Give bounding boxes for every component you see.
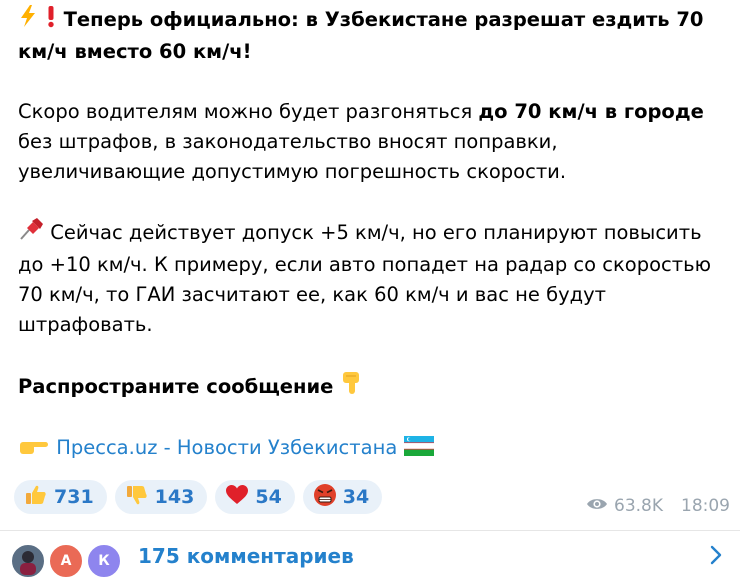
reaction-count: 731 [54, 486, 94, 508]
source-link-text[interactable]: Пресса.uz - Новости Узбекистана [56, 436, 397, 459]
thumbs-down-icon [125, 483, 149, 512]
reaction-count: 54 [255, 486, 282, 508]
chevron-right-icon[interactable] [710, 545, 722, 569]
eye-icon [586, 496, 608, 516]
post-paragraph-1: Скоро водителям можно будет разгоняться … [18, 100, 704, 183]
avatar: А [48, 543, 84, 579]
post-time: 18:09 [681, 496, 730, 516]
angry-face-icon [313, 483, 337, 512]
uzbekistan-flag-icon [403, 436, 434, 461]
post-text: Теперь официально: в Узбекистане разреша… [18, 4, 730, 405]
post-meta: 63.8K 18:09 [586, 496, 730, 516]
reaction-heart[interactable]: 54 [215, 480, 295, 514]
post-title-line: Теперь официально: в Узбекистане разреша… [18, 4, 730, 67]
comments-count-label[interactable]: 175 комментариев [138, 544, 354, 568]
views-count: 63.8K [614, 496, 663, 516]
avatar [10, 543, 46, 579]
reactions-bar: 731 143 54 34 [14, 480, 383, 514]
comments-button[interactable]: А К 175 комментариев [0, 531, 740, 580]
commenter-avatars: А К [10, 531, 128, 580]
avatar: К [86, 543, 122, 579]
lightning-icon [18, 4, 38, 37]
source-link[interactable]: Пресса.uz - Новости Узбекистана [18, 436, 434, 461]
thumbs-up-icon [24, 483, 48, 512]
reaction-angry-face[interactable]: 34 [302, 480, 383, 514]
reaction-thumbs-down[interactable]: 143 [114, 480, 208, 514]
pushpin-icon [18, 217, 44, 250]
reaction-count: 34 [342, 486, 370, 508]
reaction-thumbs-up[interactable]: 731 [14, 480, 107, 514]
exclamation-icon [45, 4, 57, 37]
highlight-speed: до 70 км/ч в городе [478, 100, 704, 123]
reaction-count: 143 [154, 486, 195, 508]
post-paragraph-2: Сейчас действует допуск +5 км/ч, но его … [18, 217, 730, 340]
pointing-right-icon [18, 436, 50, 461]
pointing-down-icon [340, 370, 362, 405]
post-title: Теперь официально: в Узбекистане разреша… [18, 8, 704, 63]
post-paragraph-3: Распространите сообщение [18, 370, 730, 405]
heart-icon [225, 484, 249, 511]
